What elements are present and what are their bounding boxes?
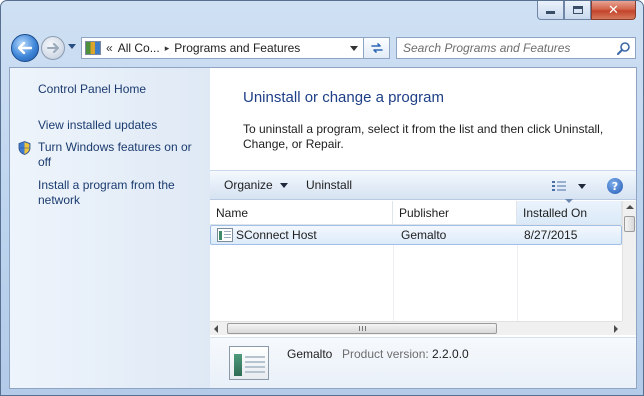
refresh-button[interactable] [364, 37, 390, 59]
change-view-icon[interactable] [551, 180, 567, 192]
uninstall-button[interactable]: Uninstall [306, 178, 352, 192]
table-row[interactable]: SConnect Host Gemalto 8/27/2015 [210, 225, 622, 245]
vertical-scroll-thumb[interactable] [624, 216, 635, 232]
refresh-icon [370, 43, 383, 53]
column-header-name[interactable]: Name [210, 201, 393, 225]
window-frame: ✕ « All Co... ▸ Programs and Features Co… [0, 0, 644, 396]
search-icon[interactable] [613, 41, 635, 55]
caption-buttons: ✕ [537, 1, 636, 21]
back-button[interactable] [11, 34, 39, 62]
maximize-icon [572, 6, 583, 14]
program-large-icon [229, 346, 269, 380]
scrollbar-corner [622, 321, 636, 335]
tasks-pane: Control Panel Home View installed update… [10, 68, 210, 388]
view-installed-updates-link[interactable]: View installed updates [38, 118, 157, 133]
recent-pages-dropdown[interactable] [68, 44, 76, 49]
address-dropdown-button[interactable] [345, 38, 363, 58]
minimize-icon [546, 11, 555, 14]
horizontal-scrollbar[interactable] [210, 321, 622, 335]
search-box [396, 37, 636, 59]
minimize-button[interactable] [537, 1, 564, 20]
column-header-installed-on[interactable]: Installed On [517, 199, 622, 225]
control-panel-home-link[interactable]: Control Panel Home [38, 82, 146, 97]
install-from-network-link[interactable]: Install a program from the network [38, 178, 198, 208]
organize-label: Organize [224, 178, 273, 192]
turn-windows-features-link[interactable]: Turn Windows features on or off [38, 140, 203, 170]
breadcrumb-separator[interactable]: ▸ [165, 43, 170, 54]
view-options-dropdown[interactable] [578, 184, 586, 189]
scroll-left-arrow-icon[interactable] [214, 325, 218, 333]
back-arrow-icon [18, 42, 32, 54]
forward-arrow-icon [47, 43, 59, 53]
cell-name: SConnect Host [236, 228, 317, 242]
breadcrumb-programs-and-features[interactable]: Programs and Features [174, 41, 300, 55]
details-version-label: Product version: [342, 347, 429, 361]
scroll-right-arrow-icon[interactable] [614, 325, 618, 333]
programs-list: Name Publisher Installed On SConnect Hos… [210, 199, 636, 337]
address-overflow-chevron[interactable]: « [106, 41, 113, 55]
organize-button[interactable]: Organize [224, 178, 288, 192]
breadcrumb-all-control-panel-items[interactable]: All Co... [118, 41, 160, 55]
grip-icon [358, 326, 366, 331]
maximize-button[interactable] [564, 1, 591, 20]
search-input[interactable] [397, 38, 613, 58]
client-area: Control Panel Home View installed update… [9, 67, 637, 389]
close-icon: ✕ [608, 2, 619, 18]
chevron-down-icon [350, 45, 358, 51]
cell-installed-on: 8/27/2015 [524, 228, 578, 242]
navigation-bar: « All Co... ▸ Programs and Features [9, 31, 637, 63]
chevron-down-icon [279, 182, 288, 188]
shield-icon [18, 141, 31, 155]
help-button[interactable]: ? [607, 178, 623, 194]
horizontal-scroll-thumb[interactable] [227, 323, 497, 334]
main-pane: Uninstall or change a program To uninsta… [210, 68, 636, 388]
details-pane: Gemalto Product version: 2.2.0.0 [210, 337, 636, 388]
details-version-value: 2.2.0.0 [432, 347, 469, 361]
column-header-publisher[interactable]: Publisher [393, 201, 517, 225]
sort-indicator-icon [565, 199, 573, 203]
address-bar[interactable]: « All Co... ▸ Programs and Features [81, 37, 364, 59]
cell-publisher: Gemalto [401, 228, 447, 242]
scroll-up-arrow-icon[interactable] [626, 205, 634, 209]
command-bar: Organize Uninstall ? [210, 170, 636, 200]
page-description: To uninstall a program, select it from t… [243, 122, 604, 151]
control-panel-icon [85, 41, 101, 55]
details-publisher: Gemalto [287, 347, 333, 361]
installed-on-label: Installed On [523, 206, 588, 220]
page-title: Uninstall or change a program [243, 89, 444, 106]
close-button[interactable]: ✕ [591, 1, 636, 20]
program-icon [217, 228, 233, 242]
forward-button[interactable] [41, 36, 65, 60]
vertical-scrollbar[interactable] [622, 201, 636, 321]
